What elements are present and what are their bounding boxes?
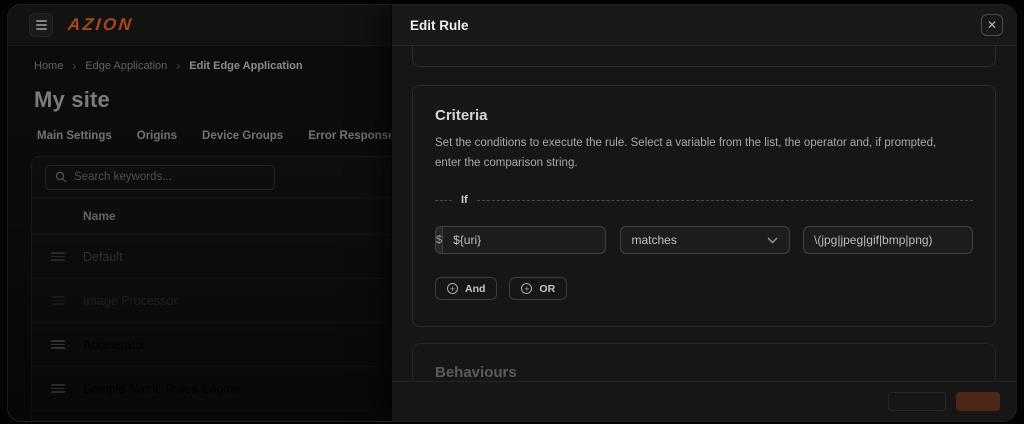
logic-buttons: + And + OR	[435, 277, 973, 300]
rule-name: Accelerator	[83, 338, 146, 352]
table-row[interactable]: Sample Name Rules Engine	[32, 367, 391, 411]
variable-input[interactable]	[443, 227, 606, 253]
condition-row: $ matches	[435, 226, 973, 254]
if-group-divider: If	[435, 194, 973, 206]
table-row[interactable]: Default	[32, 235, 391, 279]
criteria-description: Set the conditions to execute the rule. …	[435, 133, 955, 173]
rule-name: Image Processor	[83, 294, 177, 308]
azion-logo[interactable]: AZION	[67, 15, 134, 35]
tab-bar: Main Settings Origins Device Groups Erro…	[37, 130, 391, 142]
tab-device-groups[interactable]: Device Groups	[202, 130, 283, 142]
table-header: Name	[32, 198, 391, 235]
screenshot-root: AZION Home › Edge Application › Edit Edg…	[0, 0, 1024, 424]
footer-primary-button[interactable]	[956, 392, 1000, 411]
chevron-right-icon: ›	[176, 59, 180, 73]
drag-handle-icon[interactable]	[51, 384, 65, 393]
behaviours-heading: Behaviours	[435, 364, 973, 381]
menu-toggle-button[interactable]	[29, 13, 53, 37]
plus-circle-icon: +	[521, 283, 532, 294]
drawer-title: Edit Rule	[410, 18, 469, 33]
column-header-name: Name	[83, 209, 116, 223]
app-window: AZION Home › Edge Application › Edit Edg…	[7, 4, 1017, 422]
footer-secondary-button[interactable]	[888, 392, 946, 411]
tab-error-responses[interactable]: Error Responses	[308, 130, 391, 142]
comparison-input[interactable]	[804, 227, 979, 253]
previous-section-card-bottom	[412, 46, 996, 67]
hamburger-icon	[36, 20, 47, 22]
criteria-section: Criteria Set the conditions to execute t…	[412, 85, 996, 327]
add-or-button[interactable]: + OR	[509, 277, 567, 300]
variable-field: $	[435, 226, 606, 254]
edge-application-page: Home › Edge Application › Edit Edge Appl…	[8, 46, 391, 421]
drawer-body: Criteria Set the conditions to execute t…	[392, 46, 1016, 381]
behaviours-section: Behaviours	[412, 343, 996, 381]
rules-list-card: Name Default Image Processor Accelerator…	[31, 156, 391, 421]
chevron-down-icon	[767, 237, 778, 244]
breadcrumb-home[interactable]: Home	[34, 60, 63, 72]
tab-main-settings[interactable]: Main Settings	[37, 130, 112, 142]
breadcrumb-edge-application[interactable]: Edge Application	[85, 60, 167, 72]
table-row[interactable]: Image Processor	[32, 279, 391, 323]
drawer-header: Edit Rule ✕	[392, 5, 1016, 46]
breadcrumb-current: Edit Edge Application	[189, 60, 302, 72]
drag-handle-icon[interactable]	[51, 340, 65, 349]
operator-select[interactable]: matches	[620, 226, 790, 254]
comparison-field	[803, 226, 973, 254]
variable-prefix: $	[436, 227, 443, 253]
search-icon	[55, 171, 67, 183]
drag-handle-icon[interactable]	[51, 252, 65, 261]
search-input[interactable]	[74, 171, 265, 183]
if-label: If	[461, 194, 468, 206]
rule-name: Default	[83, 250, 123, 264]
drawer-footer	[392, 381, 1016, 421]
close-icon[interactable]: ✕	[981, 14, 1003, 36]
search-field	[45, 165, 275, 190]
breadcrumb: Home › Edge Application › Edit Edge Appl…	[34, 59, 391, 73]
tab-origins[interactable]: Origins	[137, 130, 177, 142]
page-title: My site	[34, 87, 391, 113]
rule-name: Sample Name Rules Engine	[83, 382, 240, 396]
edit-rule-drawer: Edit Rule ✕ Criteria Set the conditions …	[391, 5, 1016, 421]
add-and-button[interactable]: + And	[435, 277, 497, 300]
criteria-heading: Criteria	[435, 107, 973, 124]
drag-handle-icon[interactable]	[51, 296, 65, 305]
operator-value: matches	[632, 233, 677, 247]
table-row[interactable]: Accelerator	[32, 323, 391, 367]
chevron-right-icon: ›	[72, 59, 76, 73]
plus-circle-icon: +	[447, 283, 458, 294]
